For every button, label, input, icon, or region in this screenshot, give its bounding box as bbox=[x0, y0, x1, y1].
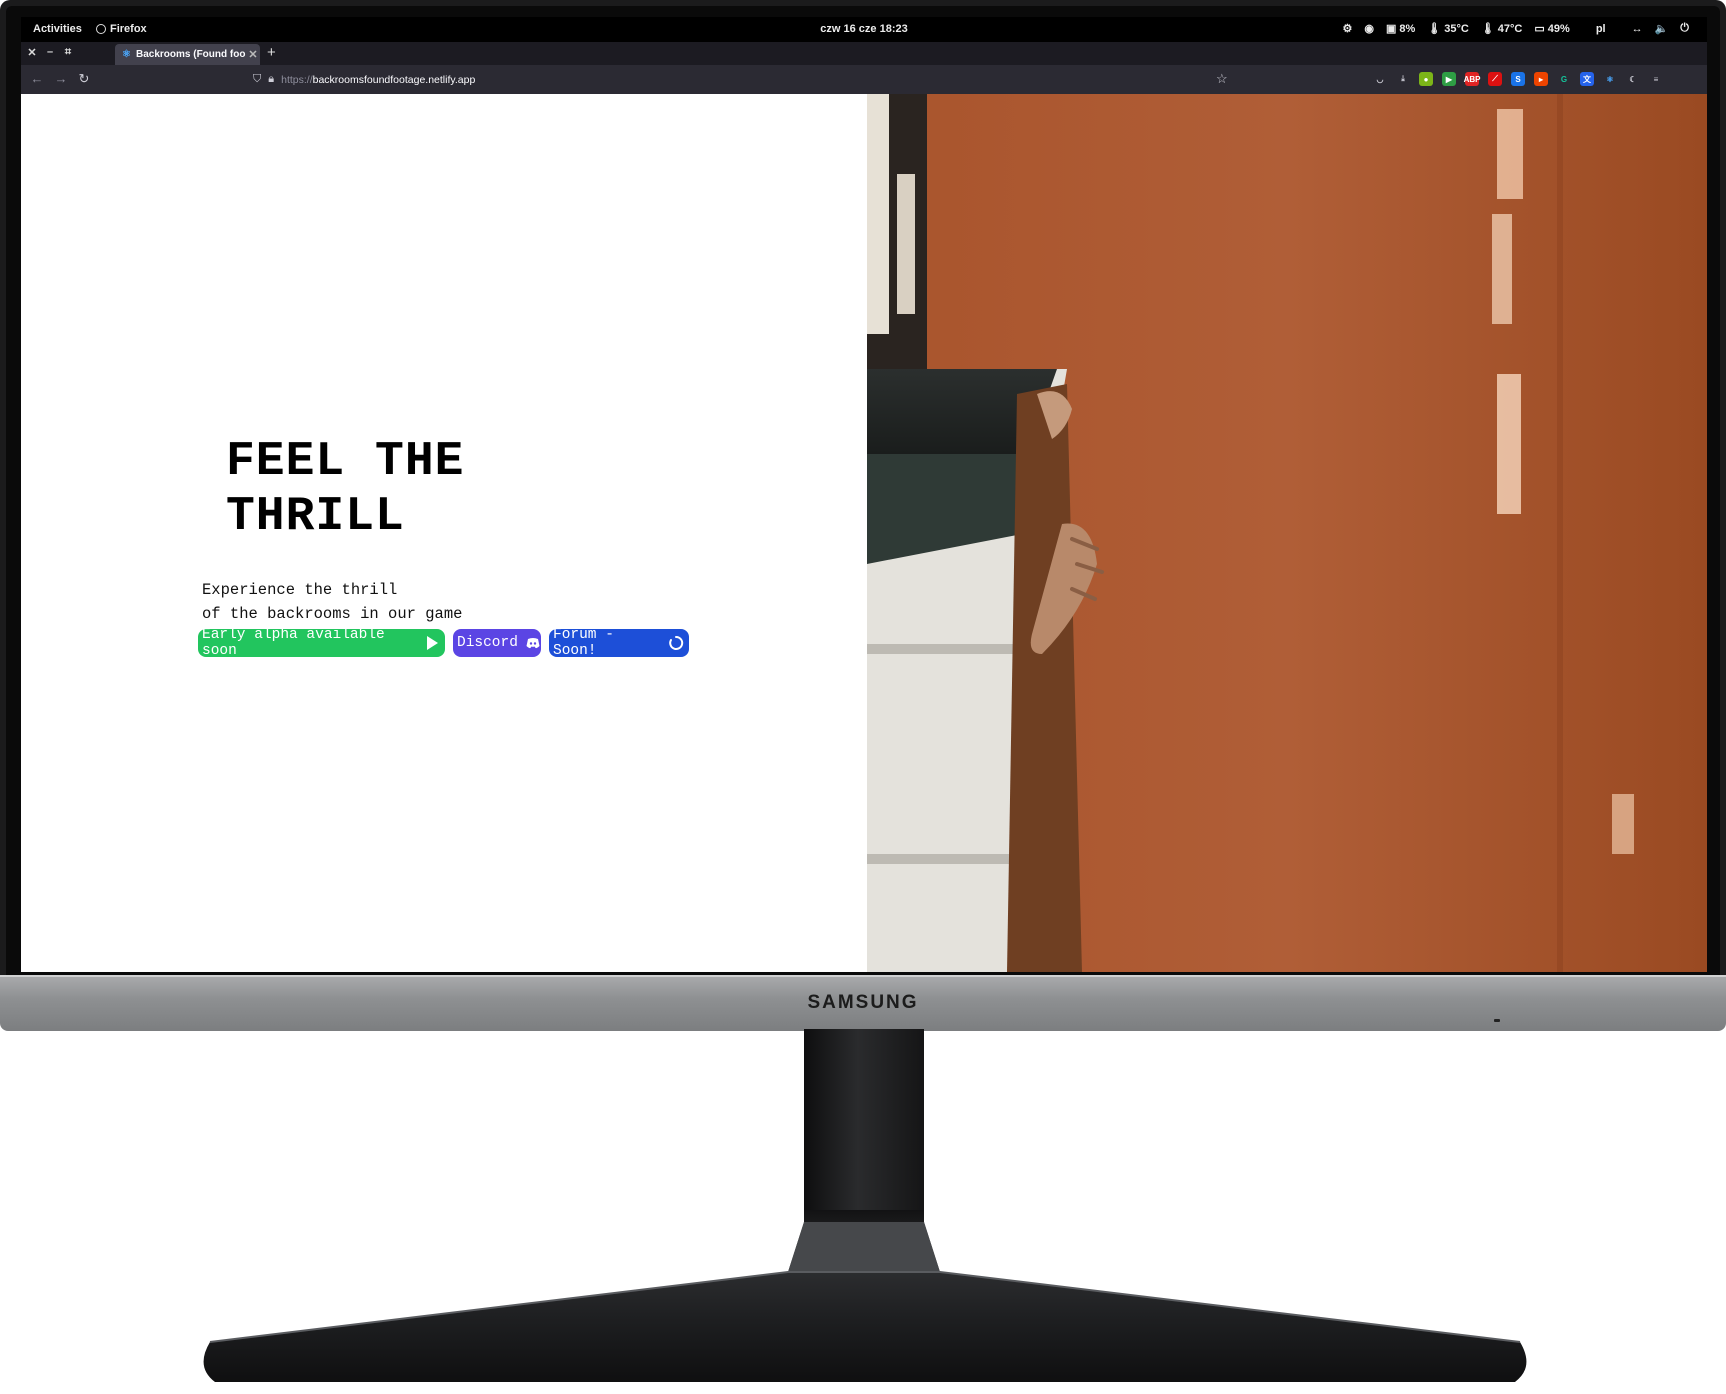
disk-icon: ▣ bbox=[1385, 23, 1397, 35]
react-favicon-icon: ⚛ bbox=[122, 48, 131, 60]
monitor-screen: Activities Firefox czw 16 cze 18:23 ⚙ ◉ … bbox=[21, 17, 1707, 972]
lock-icon[interactable]: 🔒︎ bbox=[268, 73, 274, 86]
early-alpha-label: Early alpha available soon bbox=[202, 627, 385, 659]
loading-spinner-icon bbox=[668, 635, 684, 651]
tab-backrooms[interactable]: ⚛ Backrooms (Found foo ✕ bbox=[115, 44, 260, 65]
discord-icon bbox=[526, 635, 540, 651]
power-icon[interactable]: ⏻ bbox=[1680, 22, 1689, 35]
keyboard-layout[interactable]: pl bbox=[1596, 23, 1606, 35]
navigation-bar: ← → ↻ ⛉ 🔒︎ https:// backroomsfoundfootag… bbox=[21, 65, 1707, 94]
forum-label: Forum - Soon! bbox=[553, 627, 614, 659]
hero-description: Experience the thrill of the backrooms i… bbox=[202, 578, 462, 626]
url-bar[interactable]: ⛉ 🔒︎ https:// backroomsfoundfootage.netl… bbox=[253, 69, 1254, 90]
discord-button[interactable]: Discord bbox=[453, 629, 541, 657]
found-footage-image bbox=[867, 94, 1707, 972]
downloads-icon[interactable]: ⤓ bbox=[1396, 72, 1410, 86]
steam-icon[interactable]: ⚙ bbox=[1342, 22, 1352, 35]
react-devtools-icon[interactable]: ⚛ bbox=[1603, 72, 1617, 86]
url-domain: backroomsfoundfootage.netlify.app bbox=[312, 73, 476, 86]
brand-logo: SAMSUNG bbox=[807, 992, 919, 1013]
extension-meet-icon[interactable]: ▶ bbox=[1442, 72, 1456, 86]
battery-icon: ▭ bbox=[1534, 23, 1545, 35]
tab-title: Backrooms (Found foo bbox=[136, 49, 246, 60]
web-page: FEEL THE THRILL Experience the thrill of… bbox=[21, 94, 1707, 972]
volume-icon[interactable]: 🔈 bbox=[1655, 22, 1669, 35]
network-icon[interactable]: ↔ bbox=[1632, 23, 1643, 35]
discord-label: Discord bbox=[457, 635, 518, 651]
extension-green-icon[interactable]: ● bbox=[1419, 72, 1433, 86]
back-arrow-icon[interactable]: ← bbox=[29, 71, 45, 86]
reload-icon[interactable]: ↻ bbox=[76, 71, 92, 87]
close-window-icon[interactable]: ✕ bbox=[25, 46, 39, 59]
shield-icon[interactable]: ⛉ bbox=[253, 73, 261, 86]
play-icon bbox=[425, 635, 440, 651]
storage-indicator: ▣ 8% bbox=[1385, 22, 1416, 36]
youtube-icon[interactable]: ▸ bbox=[1534, 72, 1548, 86]
page-title: FEEL THE THRILL bbox=[226, 435, 646, 545]
monitor-stand-base bbox=[203, 1222, 1527, 1382]
tab-bar: ✕ – ⌗ ⚛ Backrooms (Found foo ✕ + bbox=[21, 42, 1707, 65]
discord-tray-icon[interactable]: ◉ bbox=[1364, 22, 1374, 35]
new-tab-button[interactable]: + bbox=[267, 44, 276, 61]
pin-window-icon[interactable]: ⌗ bbox=[61, 46, 75, 59]
extension-translate-icon[interactable]: 文 bbox=[1580, 72, 1594, 86]
thermometer-icon: 🌡 bbox=[1427, 23, 1442, 35]
monitor-chin: SAMSUNG bbox=[0, 975, 1726, 1031]
minimize-window-icon[interactable]: – bbox=[43, 46, 57, 58]
grammarly-icon[interactable]: G bbox=[1557, 72, 1571, 86]
cpu-temp-indicator: 🌡 35°C bbox=[1427, 22, 1469, 36]
bookmark-star-icon[interactable]: ☆ bbox=[1216, 71, 1228, 87]
extension-blue-icon[interactable]: S bbox=[1511, 72, 1525, 86]
gpu-temp-indicator: 🌡 47°C bbox=[1480, 22, 1523, 36]
early-alpha-button[interactable]: Early alpha available soon bbox=[198, 627, 445, 659]
hero-section: FEEL THE THRILL Experience the thrill of… bbox=[21, 94, 867, 972]
extension-dark-icon[interactable]: ☾ bbox=[1626, 72, 1640, 86]
page-title-line2: THRILL bbox=[226, 490, 405, 544]
tab-close-icon[interactable]: ✕ bbox=[246, 48, 260, 61]
forum-button[interactable]: Forum - Soon! bbox=[549, 627, 689, 659]
url-protocol: https:// bbox=[281, 73, 313, 86]
pocket-icon[interactable]: ◡ bbox=[1373, 72, 1387, 86]
adblock-icon[interactable]: ABP bbox=[1464, 72, 1480, 86]
hero-description-line2: of the backrooms in our game bbox=[202, 605, 463, 623]
power-led bbox=[1494, 1019, 1500, 1022]
cta-buttons: Early alpha available soon Discord Forum… bbox=[198, 627, 689, 659]
battery-indicator: ▭ 49% bbox=[1534, 22, 1570, 36]
thermometer-icon: 🌡 bbox=[1480, 23, 1495, 35]
extensions-toolbar: ◡ ⤓ ● ▶ ABP ⟋ S ▸ G 文 ⚛ ☾ ≡ bbox=[1373, 72, 1663, 86]
system-top-bar: Activities Firefox czw 16 cze 18:23 ⚙ ◉ … bbox=[21, 17, 1707, 42]
page-title-line1: FEEL THE bbox=[226, 435, 465, 489]
extension-red-icon[interactable]: ⟋ bbox=[1488, 72, 1502, 86]
hero-description-line1: Experience the thrill bbox=[202, 581, 398, 599]
forward-arrow-icon[interactable]: → bbox=[53, 71, 69, 86]
hamburger-menu-icon[interactable]: ≡ bbox=[1649, 72, 1663, 86]
hero-image bbox=[867, 94, 1707, 972]
status-area[interactable]: ⚙ ◉ ▣ 8% 🌡 35°C 🌡 47°C ▭ 49% pl ↔ 🔈 ⏻ bbox=[1342, 22, 1689, 35]
